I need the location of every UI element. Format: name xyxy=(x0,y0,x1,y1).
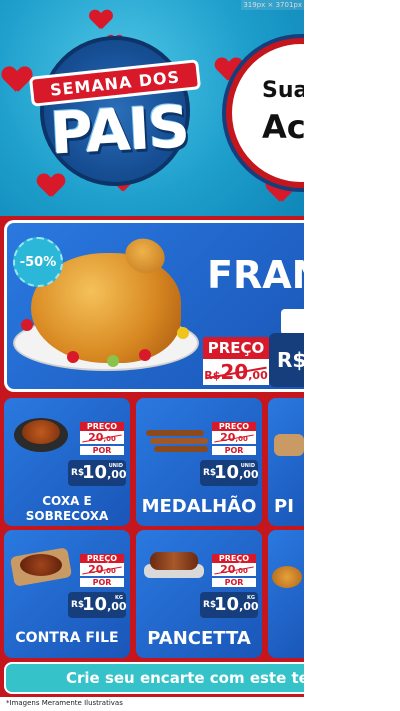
footnote: *Imagens Meramente Ilustrativas xyxy=(0,697,304,711)
herb-garnish xyxy=(177,327,189,339)
featured-price-box: R$ xyxy=(269,333,304,387)
page: SEMANA DOS PAIS Sua Ac -50% FRAN PREÇO xyxy=(0,0,400,711)
product-card[interactable] xyxy=(268,530,304,658)
price-unit: KG xyxy=(247,595,255,601)
size-badge: 319px × 3701px xyxy=(241,0,304,10)
medalhao-product-image xyxy=(142,408,208,454)
cta-banner[interactable]: Crie seu encarte com este te xyxy=(4,662,304,694)
featured-title: FRAN xyxy=(207,253,304,297)
coxa-product-image xyxy=(10,408,72,454)
price-integer: 10 xyxy=(214,594,240,615)
price-unit: KG xyxy=(115,595,123,601)
product-name: PANCETTA xyxy=(147,628,251,649)
contra-file-product-image xyxy=(9,540,73,587)
preco-label: PREÇO xyxy=(80,554,124,563)
tomato-garnish xyxy=(67,351,79,363)
preco-label: PREÇO xyxy=(203,337,269,359)
skewer-image xyxy=(154,446,208,452)
old-price-tag: PREÇO 20,00 POR xyxy=(80,554,124,587)
old-price: 20,00 xyxy=(212,563,256,576)
price-unit: UNID xyxy=(240,463,255,469)
board-image xyxy=(274,434,304,456)
price-cents: ,00 xyxy=(239,600,259,613)
tomato-garnish xyxy=(139,349,151,361)
por-label: POR xyxy=(212,446,256,455)
skewer-image xyxy=(146,430,204,436)
price-integer: 10 xyxy=(82,594,108,615)
old-price: 20,00 xyxy=(80,563,124,576)
old-price-tag: PREÇO 20,00 POR xyxy=(80,422,124,455)
preco-label: PREÇO xyxy=(80,422,124,431)
price-cents: ,00 xyxy=(239,468,259,481)
flyer-canvas: SEMANA DOS PAIS Sua Ac -50% FRAN PREÇO xyxy=(0,0,304,711)
product-name-line2: SOBRECOXA xyxy=(25,509,109,523)
product-name: CONTRA FILE xyxy=(15,630,119,646)
product-card[interactable]: PREÇO 20,00 POR R$ 10,00 UNID MEDALHÃO xyxy=(136,398,262,526)
product-name: COXA E xyxy=(42,494,92,508)
featured-old-price-tag: PREÇO R$20,00 xyxy=(203,337,269,385)
price-cents: ,00 xyxy=(107,468,127,481)
price-integer: 10 xyxy=(82,462,108,483)
old-price: R$20,00 xyxy=(203,359,269,385)
pancetta-image xyxy=(150,552,198,570)
product-card[interactable]: PREÇO 20,00 POR R$ 10,00 UNID COXA E SOB… xyxy=(4,398,130,526)
old-price-tag: PREÇO 20,00 POR xyxy=(212,422,256,455)
price-box: R$ 10,00 KG xyxy=(200,592,259,618)
featured-product-card[interactable]: -50% FRAN PREÇO R$20,00 R$ xyxy=(4,220,304,392)
promo-line1: Sua xyxy=(262,78,304,103)
preco-label: PREÇO xyxy=(212,422,256,431)
old-price: 20,00 xyxy=(212,431,256,444)
discount-badge: -50% xyxy=(13,237,63,287)
por-label: POR xyxy=(80,578,124,587)
skewer-image xyxy=(150,438,208,444)
promo-line2: Ac xyxy=(262,108,304,146)
product-name: PI xyxy=(274,496,294,517)
unit-tag xyxy=(281,309,304,335)
tomato-garnish xyxy=(21,319,33,331)
product-card[interactable]: PI xyxy=(268,398,304,526)
preco-label: PREÇO xyxy=(212,554,256,563)
por-label: POR xyxy=(80,446,124,455)
herb-garnish xyxy=(107,355,119,367)
chicken-pieces-image xyxy=(22,420,60,444)
pancetta-product-image xyxy=(142,540,204,586)
product-card[interactable]: PREÇO 20,00 POR R$ 10,00 KG PANCETTA xyxy=(136,530,262,658)
price-box: R$ 10,00 UNID xyxy=(200,460,259,486)
price-cents: ,00 xyxy=(107,600,127,613)
header-banner: SEMANA DOS PAIS Sua Ac xyxy=(0,0,304,216)
food-image xyxy=(272,566,302,588)
product-name: MEDALHÃO xyxy=(141,496,257,517)
old-price-tag: PREÇO 20,00 POR xyxy=(212,554,256,587)
por-label: POR xyxy=(212,578,256,587)
price-integer: 10 xyxy=(214,462,240,483)
old-price: 20,00 xyxy=(80,431,124,444)
featured-currency: R$ xyxy=(277,348,304,372)
logo-main-text: PAIS xyxy=(48,92,190,168)
price-unit: UNID xyxy=(108,463,123,469)
heart-icon xyxy=(90,10,112,30)
price-box: R$ 10,00 UNID xyxy=(68,460,127,486)
steak-image xyxy=(20,554,62,576)
price-box: R$ 10,00 KG xyxy=(68,592,127,618)
semana-dos-pais-logo: SEMANA DOS PAIS xyxy=(22,30,212,190)
product-card[interactable]: PREÇO 20,00 POR R$ 10,00 KG CONTRA FILE xyxy=(4,530,130,658)
